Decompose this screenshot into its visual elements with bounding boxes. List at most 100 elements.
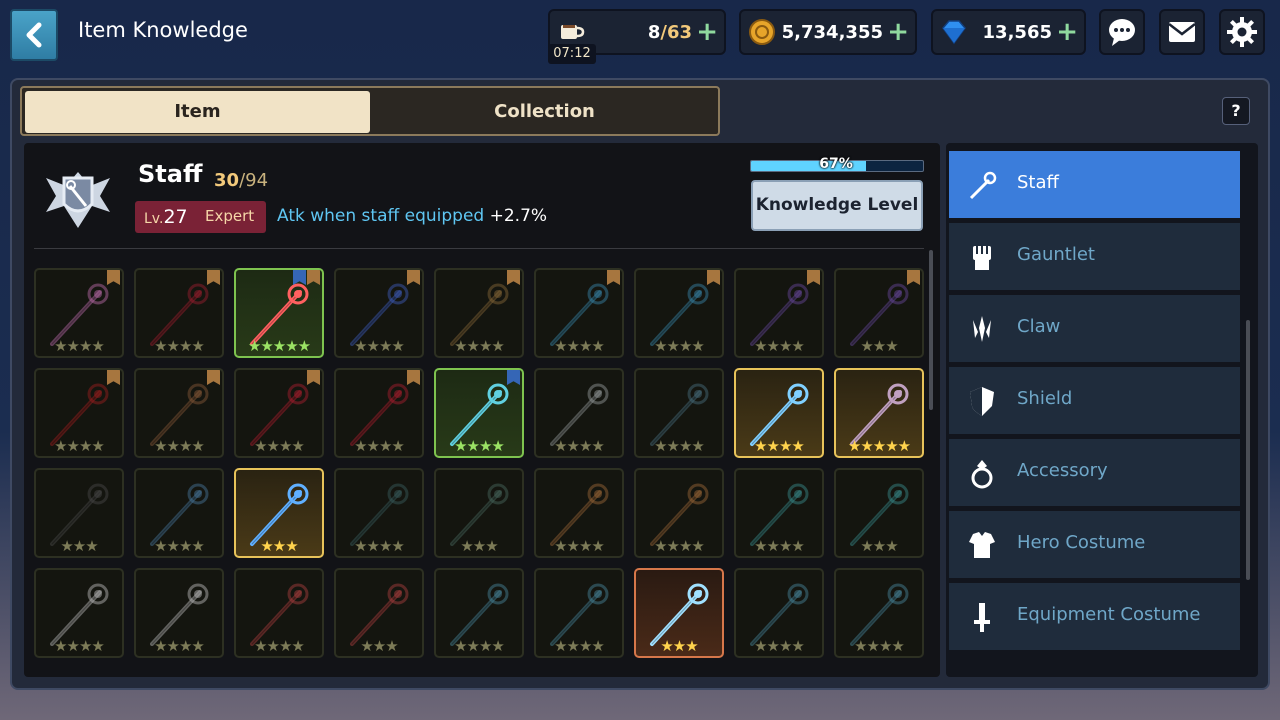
ring-icon [971, 460, 993, 489]
knowledge-level-button[interactable]: Knowledge Level [751, 180, 923, 231]
star-rating: ★★★ [860, 337, 898, 355]
level-number: 27 [163, 206, 188, 228]
item-slot[interactable]: ★★★★ [534, 568, 624, 658]
chat-button[interactable] [1099, 9, 1145, 55]
grid-scrollbar[interactable] [929, 250, 933, 410]
sidebar-scrollbar[interactable] [1246, 320, 1250, 580]
star-rating: ★★★★ [754, 637, 805, 655]
sidebar-item-shield[interactable]: Shield [949, 367, 1240, 434]
item-slot[interactable]: ★★★★ [234, 568, 324, 658]
star-rating: ★★★★ [354, 437, 405, 455]
gold-counter: 5,734,355 + [739, 9, 917, 55]
item-slot[interactable]: ★★★★★ [834, 368, 924, 458]
item-slot[interactable]: ★★★★ [34, 568, 124, 658]
sidebar-item-label: Accessory [1017, 460, 1108, 481]
star-rating: ★★★★ [854, 637, 905, 655]
divider [34, 248, 924, 249]
star-rating: ★★★ [360, 637, 398, 655]
item-slot[interactable]: ★★★★ [34, 268, 124, 358]
tab-item[interactable]: Item [25, 91, 370, 133]
item-slot[interactable]: ★★★ [834, 268, 924, 358]
gold-amount: 5,734,355 [781, 22, 883, 43]
sidebar-item-label: Shield [1017, 388, 1073, 409]
item-slot[interactable]: ★★★★ [134, 268, 224, 358]
sidebar-item-staff[interactable]: Staff [949, 151, 1240, 218]
item-slot[interactable]: ★★★★ [734, 368, 824, 458]
star-rating: ★★★★ [254, 437, 305, 455]
item-slot[interactable]: ★★★ [34, 468, 124, 558]
star-rating: ★★★★ [754, 337, 805, 355]
item-slot[interactable]: ★★★★ [534, 268, 624, 358]
tab-bar: Item Collection [20, 86, 720, 136]
item-slot[interactable]: ★★★★ [734, 268, 824, 358]
item-slot[interactable]: ★★★★ [834, 568, 924, 658]
sidebar-item-hero-costume[interactable]: Hero Costume [949, 511, 1240, 578]
item-slot[interactable]: ★★★★ [634, 268, 724, 358]
star-rating: ★★★★ [354, 337, 405, 355]
collected-total: /94 [239, 170, 269, 191]
stamina-max: /63 [660, 22, 692, 43]
star-rating: ★★★★ [554, 537, 605, 555]
item-slot[interactable]: ★★★ [234, 468, 324, 558]
item-slot[interactable]: ★★★★ [334, 268, 424, 358]
star-rating: ★★★★ [54, 337, 105, 355]
level-prefix: Lv. [144, 211, 164, 227]
back-button[interactable] [10, 9, 58, 61]
sidebar-item-label: Gauntlet [1017, 244, 1095, 265]
item-slot[interactable]: ★★★★ [634, 468, 724, 558]
star-rating: ★★★★ [754, 437, 805, 455]
star-rating: ★★★★ [54, 437, 105, 455]
category-name: Staff [138, 160, 203, 188]
item-slot[interactable]: ★★★★ [134, 368, 224, 458]
item-slot[interactable]: ★★★★★ [234, 268, 324, 358]
star-rating: ★★★★ [554, 337, 605, 355]
sidebar-item-equipment-costume[interactable]: Equipment Costume [949, 583, 1240, 650]
item-slot[interactable]: ★★★★ [534, 368, 624, 458]
item-slot[interactable]: ★★★★ [234, 368, 324, 458]
staff-icon [969, 171, 997, 200]
item-slot[interactable]: ★★★★ [134, 568, 224, 658]
settings-button[interactable] [1219, 9, 1265, 55]
gem-add-button[interactable]: + [1056, 17, 1078, 47]
item-slot[interactable]: ★★★★ [734, 568, 824, 658]
item-slot[interactable]: ★★★ [334, 568, 424, 658]
item-slot[interactable]: ★★★★ [434, 568, 524, 658]
item-slot[interactable]: ★★★ [634, 568, 724, 658]
item-slot[interactable]: ★★★★ [334, 468, 424, 558]
gold-add-button[interactable]: + [887, 17, 909, 47]
costume-icon [969, 532, 995, 558]
star-rating: ★★★ [660, 637, 698, 655]
chat-bubble-icon [1109, 19, 1135, 46]
sidebar-item-label: Hero Costume [1017, 532, 1146, 553]
sidebar-item-claw[interactable]: Claw [949, 295, 1240, 362]
star-rating: ★★★ [260, 537, 298, 555]
item-slot[interactable]: ★★★ [434, 468, 524, 558]
item-slot[interactable]: ★★★★ [534, 468, 624, 558]
sidebar-item-gauntlet[interactable]: Gauntlet [949, 223, 1240, 290]
item-slot[interactable]: ★★★★ [434, 268, 524, 358]
star-rating: ★★★★ [254, 637, 305, 655]
tab-collection[interactable]: Collection [372, 91, 717, 133]
star-rating: ★★★★ [154, 637, 205, 655]
item-slot[interactable]: ★★★★ [134, 468, 224, 558]
star-rating: ★★★★ [454, 437, 505, 455]
stamina-timer: 07:12 [548, 44, 596, 64]
item-slot[interactable]: ★★★★ [734, 468, 824, 558]
bonus-text: Atk when staff equipped [277, 206, 485, 226]
star-rating: ★★★★ [654, 437, 705, 455]
diamond-gem-icon [942, 20, 966, 45]
star-rating: ★★★★ [154, 337, 205, 355]
item-slot[interactable]: ★★★ [834, 468, 924, 558]
sidebar-item-label: Equipment Costume [1017, 604, 1201, 625]
item-slot[interactable]: ★★★★ [34, 368, 124, 458]
sidebar-item-accessory[interactable]: Accessory [949, 439, 1240, 506]
item-slot[interactable]: ★★★★ [634, 368, 724, 458]
stamina-add-button[interactable]: + [696, 17, 718, 47]
next-row-peek [34, 668, 934, 676]
item-slot[interactable]: ★★★★ [434, 368, 524, 458]
item-slot[interactable]: ★★★★ [334, 368, 424, 458]
collected-value: 30 [214, 170, 240, 191]
mail-button[interactable] [1159, 9, 1205, 55]
help-button[interactable]: ? [1222, 97, 1250, 125]
star-rating: ★★★★ [554, 637, 605, 655]
